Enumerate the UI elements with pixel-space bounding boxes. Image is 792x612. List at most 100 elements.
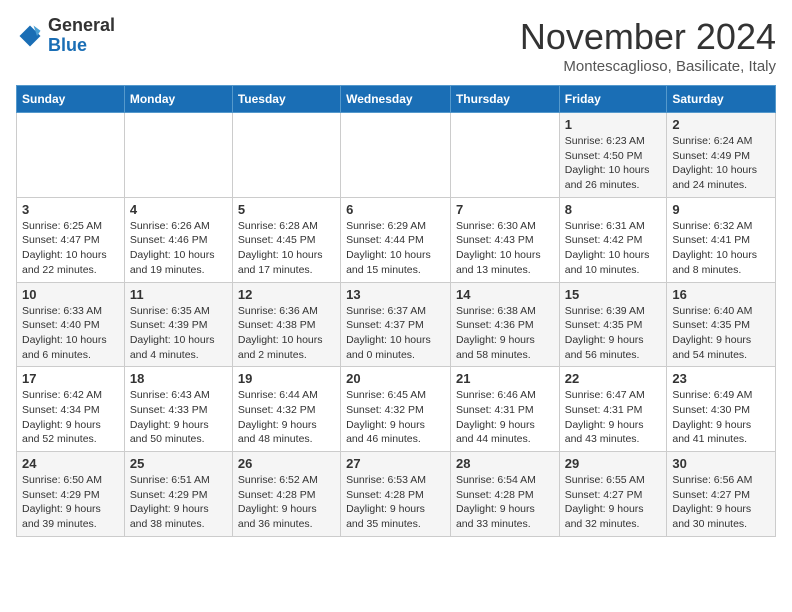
calendar-cell: 12Sunrise: 6:36 AM Sunset: 4:38 PM Dayli…	[232, 282, 340, 367]
day-info: Sunrise: 6:25 AM Sunset: 4:47 PM Dayligh…	[22, 219, 119, 278]
calendar-cell: 7 Sunrise: 6:30 AM Sunset: 4:43 PM Daylig…	[450, 197, 559, 282]
day-info: Sunrise: 6:56 AM Sunset: 4:27 PM Dayligh…	[672, 473, 770, 532]
day-number: 28	[456, 456, 554, 471]
day-number: 23	[672, 371, 770, 386]
day-number: 24	[22, 456, 119, 471]
calendar-cell: 10 Sunrise: 6:33 AM Sunset: 4:40 PM Dayli…	[17, 282, 125, 367]
calendar-cell: 9 Sunrise: 6:32 AM Sunset: 4:41 PM Daylig…	[667, 197, 776, 282]
day-number: 16	[672, 287, 770, 302]
day-info: Sunrise: 6:45 AM Sunset: 4:32 PM Dayligh…	[346, 388, 445, 447]
day-number: 29	[565, 456, 662, 471]
calendar-cell: 23 Sunrise: 6:49 AM Sunset: 4:30 PM Dayli…	[667, 367, 776, 452]
day-number: 3	[22, 202, 119, 217]
calendar-cell: 2 Sunrise: 6:24 AM Sunset: 4:49 PM Daylig…	[667, 113, 776, 198]
day-info: Sunrise: 6:37 AM Sunset: 4:37 PM Dayligh…	[346, 304, 445, 363]
day-number: 21	[456, 371, 554, 386]
calendar-cell	[450, 113, 559, 198]
logo-icon	[16, 22, 44, 50]
day-number: 2	[672, 117, 770, 132]
day-info: Sunrise: 6:23 AM Sunset: 4:50 PM Dayligh…	[565, 134, 662, 193]
day-number: 26	[238, 456, 335, 471]
day-number: 27	[346, 456, 445, 471]
day-info: Sunrise: 6:55 AM Sunset: 4:27 PM Dayligh…	[565, 473, 662, 532]
day-info: Sunrise: 6:53 AM Sunset: 4:28 PM Dayligh…	[346, 473, 445, 532]
day-info: Sunrise: 6:29 AM Sunset: 4:44 PM Dayligh…	[346, 219, 445, 278]
day-number: 6	[346, 202, 445, 217]
calendar-cell: 24 Sunrise: 6:50 AM Sunset: 4:29 PM Dayli…	[17, 452, 125, 537]
calendar-week-row: 24 Sunrise: 6:50 AM Sunset: 4:29 PM Dayli…	[17, 452, 776, 537]
day-number: 14	[456, 287, 554, 302]
day-info: Sunrise: 6:26 AM Sunset: 4:46 PM Dayligh…	[130, 219, 227, 278]
calendar-cell: 20 Sunrise: 6:45 AM Sunset: 4:32 PM Dayli…	[341, 367, 451, 452]
day-info: Sunrise: 6:33 AM Sunset: 4:40 PM Dayligh…	[22, 304, 119, 363]
day-number: 18	[130, 371, 227, 386]
calendar-cell: 26 Sunrise: 6:52 AM Sunset: 4:28 PM Dayli…	[232, 452, 340, 537]
calendar-cell: 1 Sunrise: 6:23 AM Sunset: 4:50 PM Daylig…	[559, 113, 667, 198]
calendar-cell: 5Sunrise: 6:28 AM Sunset: 4:45 PM Daylig…	[232, 197, 340, 282]
day-info: Sunrise: 6:50 AM Sunset: 4:29 PM Dayligh…	[22, 473, 119, 532]
calendar-cell: 29 Sunrise: 6:55 AM Sunset: 4:27 PM Dayli…	[559, 452, 667, 537]
weekday-header: Sunday	[17, 86, 125, 113]
calendar-cell: 15Sunrise: 6:39 AM Sunset: 4:35 PM Dayli…	[559, 282, 667, 367]
calendar-cell: 6 Sunrise: 6:29 AM Sunset: 4:44 PM Daylig…	[341, 197, 451, 282]
calendar-week-row: 1 Sunrise: 6:23 AM Sunset: 4:50 PM Daylig…	[17, 113, 776, 198]
weekday-header: Thursday	[450, 86, 559, 113]
weekday-header: Monday	[124, 86, 232, 113]
weekday-header: Saturday	[667, 86, 776, 113]
day-info: Sunrise: 6:36 AM Sunset: 4:38 PM Dayligh…	[238, 304, 335, 363]
month-title: November 2024	[520, 16, 776, 58]
day-info: Sunrise: 6:40 AM Sunset: 4:35 PM Dayligh…	[672, 304, 770, 363]
day-info: Sunrise: 6:46 AM Sunset: 4:31 PM Dayligh…	[456, 388, 554, 447]
day-number: 5	[238, 202, 335, 217]
day-number: 8	[565, 202, 662, 217]
day-number: 17	[22, 371, 119, 386]
day-info: Sunrise: 6:24 AM Sunset: 4:49 PM Dayligh…	[672, 134, 770, 193]
day-info: Sunrise: 6:49 AM Sunset: 4:30 PM Dayligh…	[672, 388, 770, 447]
day-number: 1	[565, 117, 662, 132]
day-info: Sunrise: 6:30 AM Sunset: 4:43 PM Dayligh…	[456, 219, 554, 278]
calendar-cell	[124, 113, 232, 198]
calendar-cell	[341, 113, 451, 198]
day-number: 7	[456, 202, 554, 217]
day-info: Sunrise: 6:52 AM Sunset: 4:28 PM Dayligh…	[238, 473, 335, 532]
calendar-cell: 22Sunrise: 6:47 AM Sunset: 4:31 PM Dayli…	[559, 367, 667, 452]
weekday-header: Tuesday	[232, 86, 340, 113]
calendar-cell: 18Sunrise: 6:43 AM Sunset: 4:33 PM Dayli…	[124, 367, 232, 452]
weekday-header: Wednesday	[341, 86, 451, 113]
day-info: Sunrise: 6:31 AM Sunset: 4:42 PM Dayligh…	[565, 219, 662, 278]
calendar-cell: 4Sunrise: 6:26 AM Sunset: 4:46 PM Daylig…	[124, 197, 232, 282]
day-number: 9	[672, 202, 770, 217]
day-number: 20	[346, 371, 445, 386]
calendar-cell: 17 Sunrise: 6:42 AM Sunset: 4:34 PM Dayli…	[17, 367, 125, 452]
calendar-cell: 13Sunrise: 6:37 AM Sunset: 4:37 PM Dayli…	[341, 282, 451, 367]
title-block: November 2024 Montescaglioso, Basilicate…	[520, 16, 776, 75]
weekday-header: Friday	[559, 86, 667, 113]
logo-text: General Blue	[48, 16, 115, 56]
day-info: Sunrise: 6:32 AM Sunset: 4:41 PM Dayligh…	[672, 219, 770, 278]
day-info: Sunrise: 6:54 AM Sunset: 4:28 PM Dayligh…	[456, 473, 554, 532]
day-info: Sunrise: 6:47 AM Sunset: 4:31 PM Dayligh…	[565, 388, 662, 447]
calendar-cell: 8 Sunrise: 6:31 AM Sunset: 4:42 PM Daylig…	[559, 197, 667, 282]
calendar-cell: 30 Sunrise: 6:56 AM Sunset: 4:27 PM Dayli…	[667, 452, 776, 537]
day-number: 11	[130, 287, 227, 302]
day-info: Sunrise: 6:35 AM Sunset: 4:39 PM Dayligh…	[130, 304, 227, 363]
calendar-week-row: 10 Sunrise: 6:33 AM Sunset: 4:40 PM Dayli…	[17, 282, 776, 367]
calendar-cell: 28 Sunrise: 6:54 AM Sunset: 4:28 PM Dayli…	[450, 452, 559, 537]
calendar-cell	[232, 113, 340, 198]
day-info: Sunrise: 6:39 AM Sunset: 4:35 PM Dayligh…	[565, 304, 662, 363]
calendar-week-row: 17 Sunrise: 6:42 AM Sunset: 4:34 PM Dayli…	[17, 367, 776, 452]
page-header: General Blue November 2024 Montescaglios…	[16, 16, 776, 75]
day-info: Sunrise: 6:42 AM Sunset: 4:34 PM Dayligh…	[22, 388, 119, 447]
calendar-cell: 16 Sunrise: 6:40 AM Sunset: 4:35 PM Dayli…	[667, 282, 776, 367]
calendar-header-row: SundayMondayTuesdayWednesdayThursdayFrid…	[17, 86, 776, 113]
calendar-cell: 27 Sunrise: 6:53 AM Sunset: 4:28 PM Dayli…	[341, 452, 451, 537]
day-number: 30	[672, 456, 770, 471]
logo: General Blue	[16, 16, 115, 56]
day-info: Sunrise: 6:44 AM Sunset: 4:32 PM Dayligh…	[238, 388, 335, 447]
day-number: 25	[130, 456, 227, 471]
day-number: 10	[22, 287, 119, 302]
day-info: Sunrise: 6:51 AM Sunset: 4:29 PM Dayligh…	[130, 473, 227, 532]
calendar-table: SundayMondayTuesdayWednesdayThursdayFrid…	[16, 85, 776, 537]
calendar-cell: 21 Sunrise: 6:46 AM Sunset: 4:31 PM Dayli…	[450, 367, 559, 452]
calendar-cell	[17, 113, 125, 198]
